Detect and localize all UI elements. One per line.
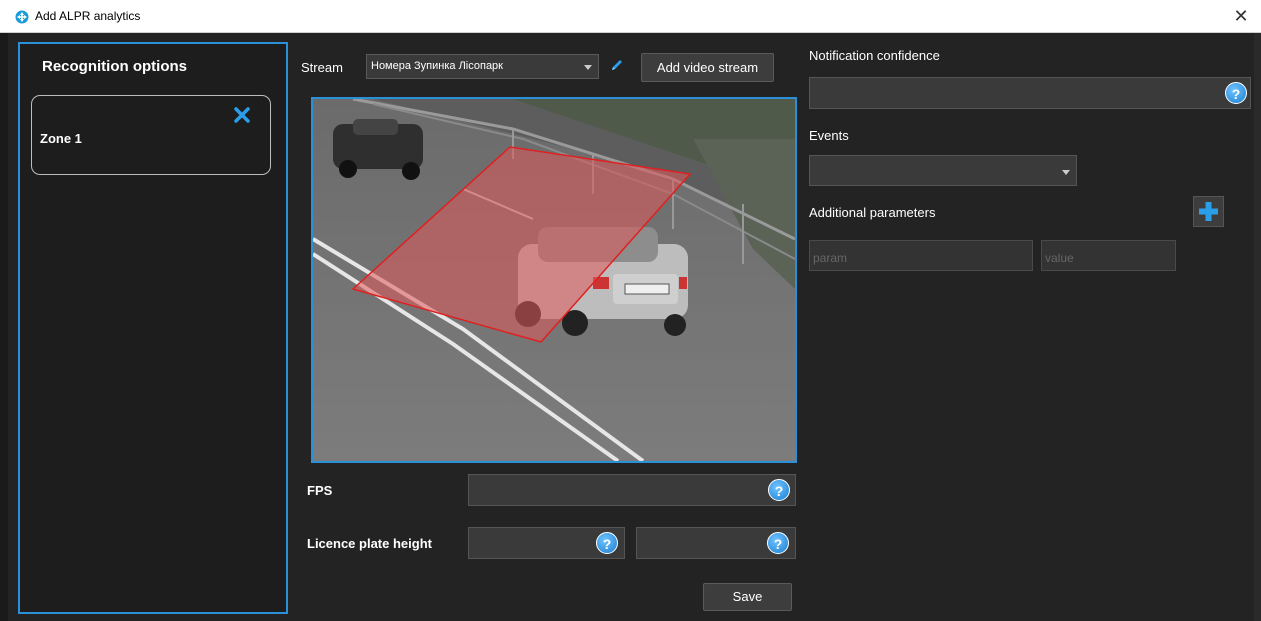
chevron-down-icon — [1062, 170, 1070, 175]
fps-input[interactable] — [468, 474, 796, 506]
events-select[interactable] — [809, 155, 1077, 186]
stream-label: Stream — [301, 60, 343, 75]
stream-select[interactable]: Номера Зупинка Лісопарк — [366, 54, 599, 79]
events-label: Events — [809, 128, 849, 143]
param-value-input[interactable]: value — [1041, 240, 1176, 271]
recognition-options-panel: Recognition options Zone 1 — [18, 42, 288, 614]
value-placeholder: value — [1045, 251, 1074, 265]
notification-confidence-label: Notification confidence — [809, 48, 940, 63]
window-title: Add ALPR analytics — [35, 9, 141, 23]
window-titlebar: Add ALPR analytics ✕ — [0, 0, 1261, 33]
param-name-input[interactable]: param — [809, 240, 1033, 271]
camera-preview[interactable] — [311, 97, 797, 463]
save-button[interactable]: Save — [703, 583, 792, 611]
param-placeholder: param — [813, 251, 848, 265]
plate-height-max-help-icon[interactable]: ? — [767, 532, 789, 554]
fps-help-icon[interactable]: ? — [768, 479, 790, 501]
close-x-icon[interactable] — [233, 106, 251, 124]
chevron-down-icon — [584, 65, 592, 70]
zone-card[interactable]: Zone 1 — [31, 95, 271, 175]
pencil-icon[interactable] — [609, 57, 625, 73]
camera-frame — [313, 99, 795, 461]
add-video-stream-button[interactable]: Add video stream — [641, 53, 774, 82]
window-close-button[interactable]: ✕ — [1231, 5, 1251, 27]
plus-icon — [1199, 202, 1218, 221]
notification-help-icon[interactable]: ? — [1225, 82, 1247, 104]
stream-select-value: Номера Зупинка Лісопарк — [371, 60, 503, 72]
zone-label: Zone 1 — [40, 131, 82, 146]
alpr-app-icon — [15, 10, 29, 24]
notification-confidence-input[interactable] — [809, 77, 1251, 109]
recognition-options-heading: Recognition options — [42, 58, 187, 75]
add-parameter-button[interactable] — [1193, 196, 1224, 227]
fps-label: FPS — [307, 483, 333, 498]
left-window-edge — [0, 33, 8, 621]
additional-parameters-label: Additional parameters — [809, 205, 936, 220]
plate-height-min-help-icon[interactable]: ? — [596, 532, 618, 554]
plate-height-label: Licence plate height — [307, 536, 432, 551]
right-window-edge — [1254, 33, 1261, 621]
